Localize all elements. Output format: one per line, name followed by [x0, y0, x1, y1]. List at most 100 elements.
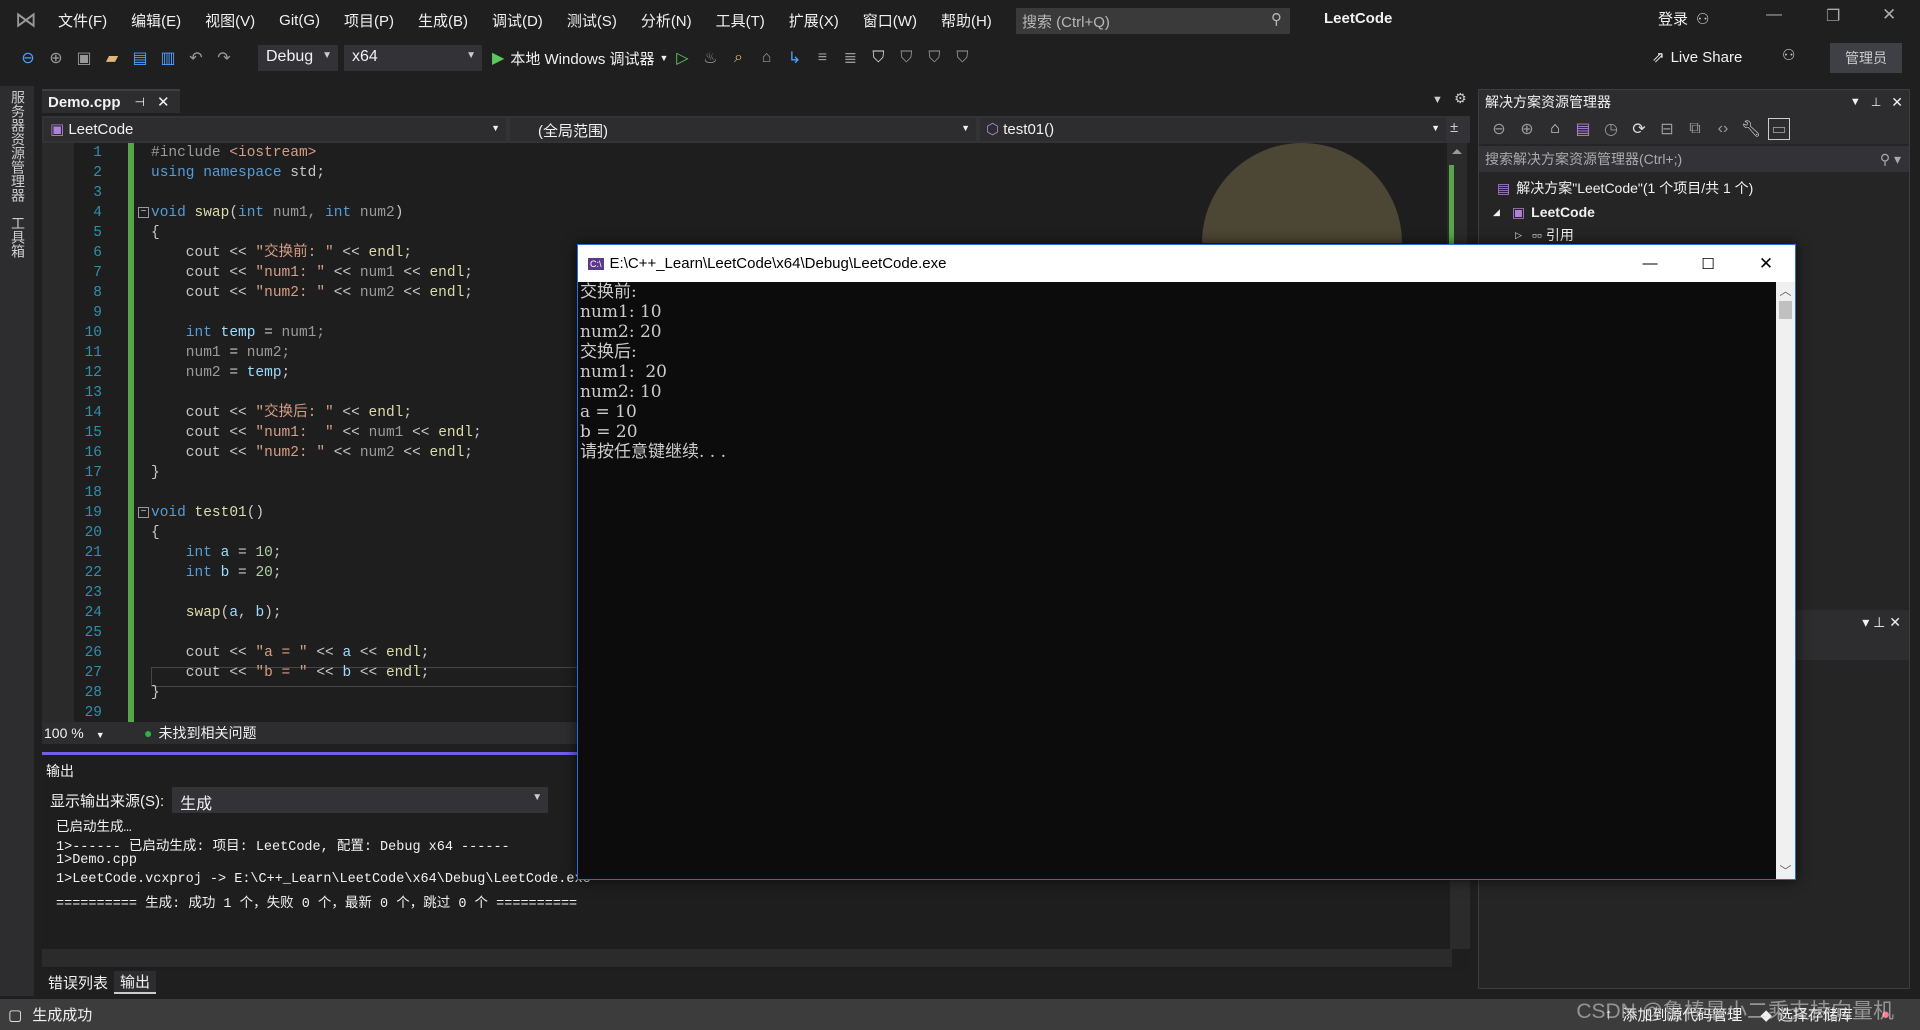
menu-9[interactable]: 工具(T)	[704, 0, 777, 40]
code-line[interactable]: }	[151, 683, 160, 703]
menu-10[interactable]: 扩展(X)	[777, 0, 851, 40]
server-explorer-tab[interactable]: 服务器资源管理器	[8, 90, 28, 202]
menu-8[interactable]: 分析(N)	[629, 0, 704, 40]
tree-item-references[interactable]: ▷ ▫▫ 引用	[1479, 224, 1909, 246]
search-input[interactable]: 搜索 (Ctrl+Q) ⚲	[1016, 8, 1290, 34]
login-button[interactable]: 登录 ⚇	[1658, 8, 1709, 29]
menu-3[interactable]: Git(G)	[267, 0, 332, 40]
issues-status[interactable]: 未找到相关问题	[158, 723, 256, 743]
console-scrollbar[interactable]: ︿ ﹀	[1776, 282, 1795, 879]
member-dropdown[interactable]: ⬡ test01() ▼	[980, 118, 1446, 141]
home-icon[interactable]: ⌂	[1544, 118, 1566, 140]
save-all-icon[interactable]: ▥	[157, 47, 179, 69]
back-icon[interactable]: ⊖	[1488, 118, 1510, 140]
redo-icon[interactable]: ↷	[213, 47, 235, 69]
code-line[interactable]: cout << "num1: " << num1 << endl;	[151, 263, 473, 283]
code-line[interactable]: void test01()	[151, 503, 264, 523]
code-line[interactable]: }	[151, 463, 160, 483]
output-source-select[interactable]: 生成 ▼	[172, 787, 549, 813]
bookmark-icon[interactable]: ⛉	[867, 47, 889, 69]
back-icon[interactable]: ⊖	[17, 47, 39, 69]
settings-gear-icon[interactable]: ⚙	[1454, 90, 1467, 107]
start-without-debugging-icon[interactable]: ▷	[671, 47, 693, 69]
project-dropdown[interactable]: ▣ LeetCode ▼	[44, 118, 506, 141]
code-line[interactable]: using namespace std;	[151, 163, 325, 183]
find-in-files-icon[interactable]: ⌕	[727, 47, 749, 69]
configuration-select[interactable]: Debug ▼	[258, 45, 338, 71]
view-code-icon[interactable]: ‹›	[1712, 118, 1734, 140]
properties-icon[interactable]: 🔧︎	[1740, 118, 1762, 140]
solution-search-input[interactable]: 搜索解决方案资源管理器(Ctrl+;) ⚲ ▾	[1479, 146, 1909, 172]
show-all-files-icon[interactable]: ⧉	[1684, 118, 1706, 140]
collapse-all-icon[interactable]: ⊟	[1656, 118, 1678, 140]
clear-bookmarks-icon[interactable]: ⛉	[951, 47, 973, 69]
menu-6[interactable]: 调试(D)	[480, 0, 555, 40]
properties-panel-controls[interactable]: ▾ ⊥ ✕	[1862, 614, 1901, 631]
switch-views-icon[interactable]: ▤	[1572, 118, 1594, 140]
code-line[interactable]: int temp = num1;	[151, 323, 325, 343]
menu-2[interactable]: 视图(V)	[193, 0, 267, 40]
refresh-icon[interactable]: ⟳	[1628, 118, 1650, 140]
close-button[interactable]: ✕	[1882, 5, 1896, 25]
step-icon[interactable]: ↳	[783, 47, 805, 69]
tree-item-project[interactable]: ◢ ▣ LeetCode	[1479, 200, 1909, 224]
open-folder-icon[interactable]: ▰	[101, 47, 123, 69]
code-line[interactable]: cout << "num2: " << num2 << endl;	[151, 443, 473, 463]
close-icon[interactable]: ✕	[1891, 94, 1903, 111]
code-line[interactable]: {	[151, 523, 160, 543]
live-share-button[interactable]: ⇗ Live Share	[1652, 48, 1742, 67]
close-tab-icon[interactable]: ✕	[157, 93, 170, 111]
tab-error-list[interactable]: 错误列表	[42, 972, 114, 993]
code-line[interactable]: cout << "a = " << a << endl;	[151, 643, 430, 663]
menu-11[interactable]: 窗口(W)	[851, 0, 929, 40]
forward-icon[interactable]: ⊕	[1516, 118, 1538, 140]
tab-output[interactable]: 输出	[114, 970, 157, 994]
tree-item-solution[interactable]: ▤ 解决方案"LeetCode"(1 个项目/共 1 个)	[1479, 176, 1909, 200]
code-line[interactable]: int a = 10;	[151, 543, 282, 563]
dropdown-icon[interactable]: ▼	[1850, 96, 1861, 108]
menu-7[interactable]: 测试(S)	[555, 0, 629, 40]
fold-collapse-icon[interactable]: −	[138, 207, 149, 218]
code-line[interactable]: {	[151, 223, 160, 243]
pending-changes-icon[interactable]: ◷	[1600, 118, 1622, 140]
restore-button[interactable]: ❐	[1826, 6, 1840, 26]
console-title-bar[interactable]: C:\ E:\C++_Learn\LeetCode\x64\Debug\Leet…	[578, 245, 1795, 282]
menu-5[interactable]: 生成(B)	[406, 0, 480, 40]
tab-demo-cpp[interactable]: Demo.cpp ⊣ ✕	[42, 89, 180, 113]
zoom-dropdown[interactable]: 100 % ▼	[42, 725, 122, 741]
pin-icon[interactable]: ⊣	[135, 95, 145, 109]
menu-4[interactable]: 项目(P)	[332, 0, 406, 40]
code-line[interactable]: cout << "交换前: " << endl;	[151, 243, 412, 263]
code-line[interactable]: cout << "num2: " << num2 << endl;	[151, 283, 473, 303]
code-line[interactable]: num2 = temp;	[151, 363, 290, 383]
split-icon[interactable]: ±	[1450, 119, 1458, 136]
solution-config-icon[interactable]: ⌂	[755, 47, 777, 69]
minimize-button[interactable]: —	[1766, 6, 1782, 24]
pin-icon[interactable]: ⊥	[1871, 95, 1881, 109]
save-icon[interactable]: ▤	[129, 47, 151, 69]
code-line[interactable]: void swap(int num1, int num2)	[151, 203, 403, 223]
code-line[interactable]: cout << "num1: " << num1 << endl;	[151, 423, 482, 443]
menu-1[interactable]: 编辑(E)	[119, 0, 193, 40]
preview-icon[interactable]: ▭	[1768, 118, 1790, 140]
undo-icon[interactable]: ↶	[185, 47, 207, 69]
console-minimize-button[interactable]: —	[1621, 255, 1679, 272]
output-horizontal-scrollbar[interactable]	[42, 949, 1452, 967]
comment-icon[interactable]: ≡	[811, 47, 833, 69]
console-close-button[interactable]: ✕	[1737, 254, 1795, 274]
toolbox-tab[interactable]: 工具箱	[8, 216, 28, 258]
uncomment-icon[interactable]: ≣	[839, 47, 861, 69]
scope-dropdown[interactable]: (全局范围) ▼	[510, 118, 976, 141]
fold-collapse-icon[interactable]: −	[138, 507, 149, 518]
code-line[interactable]: cout << "b = " << b << endl;	[151, 663, 430, 683]
console-maximize-button[interactable]: ☐	[1679, 255, 1737, 273]
console-window[interactable]: C:\ E:\C++_Learn\LeetCode\x64\Debug\Leet…	[577, 244, 1796, 880]
platform-select[interactable]: x64 ▼	[344, 45, 482, 71]
prev-bookmark-icon[interactable]: ⛉	[895, 47, 917, 69]
forward-icon[interactable]: ⊕	[45, 47, 67, 69]
start-debugging-button[interactable]: ▶ 本地 Windows 调试器 ▼	[492, 48, 668, 69]
hot-reload-icon[interactable]: ♨	[699, 47, 721, 69]
menu-0[interactable]: 文件(F)	[46, 0, 119, 40]
feedback-icon[interactable]: ⚇	[1782, 46, 1795, 64]
new-project-icon[interactable]: ▣	[73, 47, 95, 69]
